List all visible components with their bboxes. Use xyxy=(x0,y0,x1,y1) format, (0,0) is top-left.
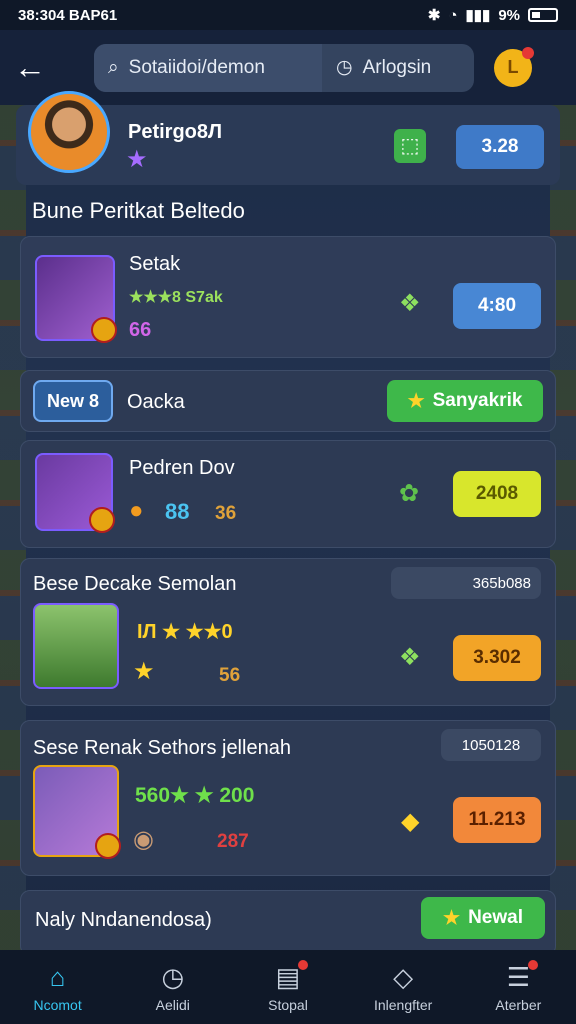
clock-icon: ◷ xyxy=(161,961,185,992)
crystal-icon: ◆ xyxy=(401,808,420,835)
item-stat: 36 xyxy=(215,503,237,524)
nav-card[interactable]: ▤ Stopal xyxy=(238,959,338,1013)
list-item[interactable]: New 8 Oacka ★ Sanyakrik xyxy=(20,370,556,432)
profile-card: Petirgo8Л ★ ⬚ 3.28 xyxy=(16,91,560,185)
price-button[interactable]: 11.213 xyxy=(453,797,541,843)
item-stat: 56 xyxy=(219,665,241,686)
list-item[interactable]: Naly Nndanendosa) ★ Newal xyxy=(20,890,556,956)
bag-icon[interactable]: ⬚ xyxy=(394,129,426,163)
action-button[interactable]: ★ Sanyakrik xyxy=(387,380,543,422)
item-thumbnail xyxy=(35,453,115,533)
nav-clock[interactable]: ◷ Aelidi xyxy=(123,962,223,1013)
item-thumbnail xyxy=(33,603,119,689)
back-arrow-icon[interactable]: ← xyxy=(14,49,54,86)
item-title: Sese Renak Sethors jellenah xyxy=(33,737,291,759)
badge-icon xyxy=(89,507,115,533)
item-title: Pedren Dov xyxy=(129,457,235,479)
profile-name: Petirgo8Л xyxy=(128,121,223,143)
wifi-icon: ◔ xyxy=(448,6,458,24)
notification-dot xyxy=(522,46,534,59)
item-title: Setak xyxy=(129,253,181,275)
item-count: 66 xyxy=(129,319,152,341)
battery-icon xyxy=(528,8,558,22)
list-item[interactable]: Sese Renak Sethors jellenah 1050128 560★… xyxy=(20,720,556,876)
nav-home[interactable]: ⌂ Ncomot xyxy=(8,962,108,1013)
item-thumbnail xyxy=(33,765,121,859)
meta-pill: 365b088 xyxy=(391,567,541,599)
gem-icon: ❖ xyxy=(399,644,421,671)
home-icon: ⌂ xyxy=(49,961,66,992)
badge-icon xyxy=(95,833,121,859)
notification-dot xyxy=(297,959,308,970)
search-bar[interactable]: ⌕ Sotaiidoi/demon ◷ Arlogsin xyxy=(94,43,474,92)
notification-icon[interactable]: L xyxy=(494,46,534,87)
battery-percent: 9% xyxy=(498,6,520,24)
notification-dot xyxy=(528,959,539,970)
action-button[interactable]: ★ Newal xyxy=(421,897,545,939)
nav-stack[interactable]: ☰ Aterber xyxy=(468,959,568,1013)
item-label: Oacka xyxy=(127,391,185,413)
item-rating: ★★★8 S7ak xyxy=(129,289,223,306)
diamond-icon: ◇ xyxy=(393,961,414,992)
filter-selector[interactable]: ◷ Arlogsin xyxy=(322,44,474,92)
gem-icon: ✿ xyxy=(399,480,420,507)
list-item[interactable]: Pedren Dov ● 88 36 ✿ 2408 xyxy=(20,440,556,548)
item-title: Naly Nndanendosa) xyxy=(35,909,212,931)
item-thumbnail xyxy=(35,255,117,343)
top-bar: ← ⌕ Sotaiidoi/demon ◷ Arlogsin L xyxy=(0,30,576,105)
avatar[interactable] xyxy=(28,91,110,173)
new-tag: New 8 xyxy=(33,380,113,422)
list-item[interactable]: Setak ★★★8 S7ak 66 ❖ 4:80 xyxy=(20,236,556,358)
price-button[interactable]: 3.302 xyxy=(453,635,541,681)
clock-icon: ◷ xyxy=(336,57,353,78)
badge-icon xyxy=(91,317,117,343)
stack-icon: ☰ xyxy=(506,961,530,992)
coin-icon: ● xyxy=(129,497,144,524)
item-title: Bese Decake Semolan xyxy=(33,573,237,595)
list-item[interactable]: Bese Decake Semolan 365b088 ІЛ ★ ★★0 ★ 5… xyxy=(20,558,556,706)
item-stat: 88 xyxy=(165,499,190,524)
bluetooth-icon: ✱ xyxy=(427,7,441,24)
signal-icon: ▮▮▮ xyxy=(465,7,491,24)
item-rating: 560★ ★ 200 xyxy=(135,784,255,807)
star-icon: ★ xyxy=(407,390,425,412)
profile-value-button[interactable]: 3.28 xyxy=(456,125,544,169)
star-icon: ★ xyxy=(443,907,461,929)
search-input[interactable]: ⌕ Sotaiidoi/demon xyxy=(94,43,322,92)
section-title: Bune Peritkat Beltedo xyxy=(32,198,245,223)
star-icon: ★ xyxy=(126,146,148,173)
item-rating: ІЛ ★ ★★0 xyxy=(137,621,233,643)
orb-icon: ◉ xyxy=(133,826,154,853)
status-time: 38:304 BAP61 xyxy=(18,6,118,24)
card-icon: ▤ xyxy=(275,961,301,992)
bottom-navigation: ⌂ Ncomot ◷ Aelidi ▤ Stopal ◇ Inlengfter … xyxy=(0,950,576,1024)
status-icons: ✱ ◔ ▮▮▮ 9% xyxy=(428,6,558,24)
status-bar: 38:304 BAP61 ✱ ◔ ▮▮▮ 9% xyxy=(0,0,576,30)
item-stat: 287 xyxy=(217,831,249,852)
price-button[interactable]: 2408 xyxy=(453,471,541,517)
nav-diamond[interactable]: ◇ Inlengfter xyxy=(353,962,453,1013)
price-button[interactable]: 4:80 xyxy=(453,283,541,329)
star-icon: ★ xyxy=(133,658,155,685)
search-icon: ⌕ xyxy=(108,56,119,78)
gem-icon: ❖ xyxy=(399,290,421,317)
meta-pill: 1050128 xyxy=(441,729,541,761)
